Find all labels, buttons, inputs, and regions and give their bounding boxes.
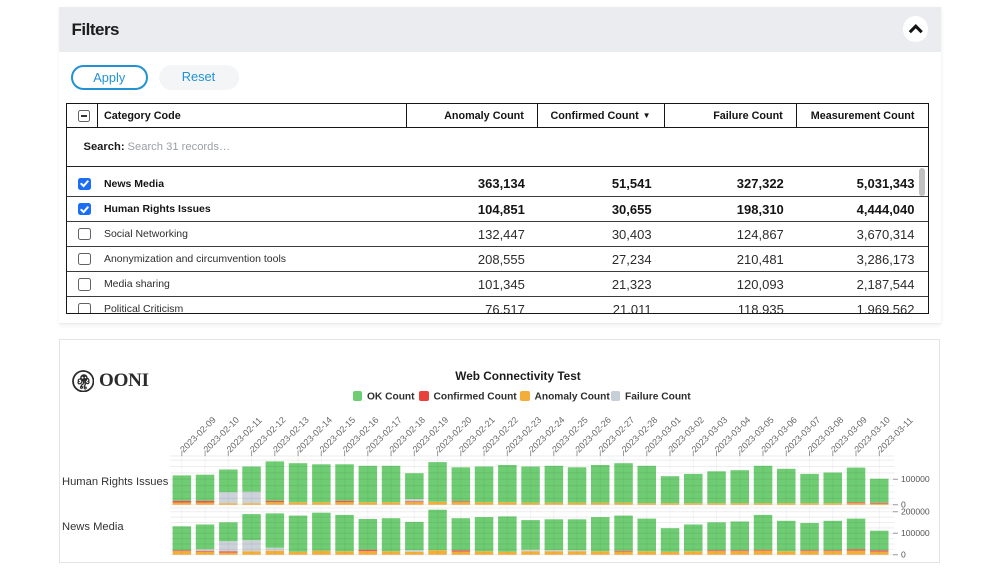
svg-text:200000: 200000 xyxy=(901,507,930,517)
svg-text:100000: 100000 xyxy=(901,474,930,484)
svg-text:0: 0 xyxy=(901,550,906,560)
svg-text:100000: 100000 xyxy=(901,528,930,538)
